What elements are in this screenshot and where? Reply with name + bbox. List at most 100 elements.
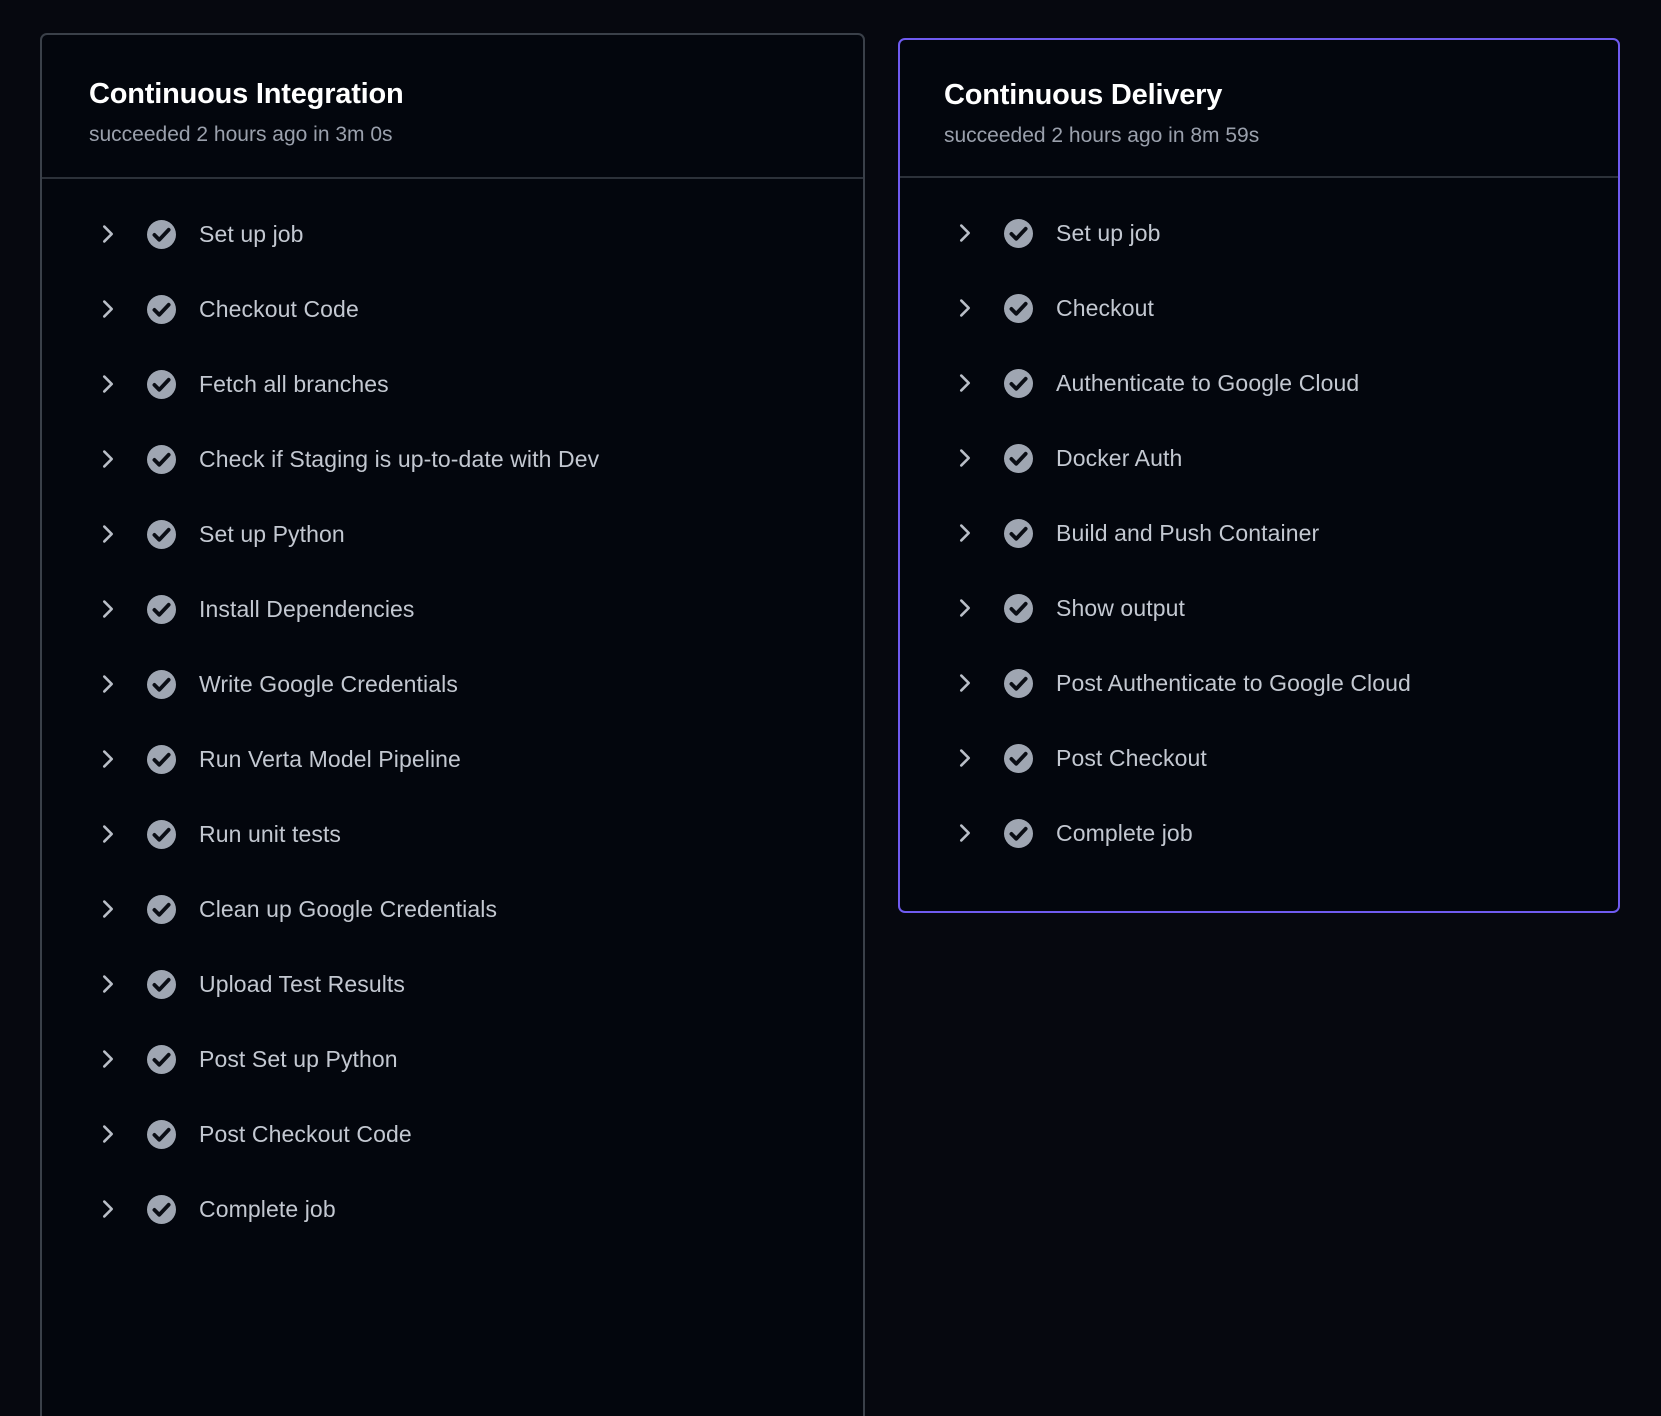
job-step-list: Set up job Checkout Authenticate to Google… xyxy=(900,178,1618,871)
chevron-right-icon[interactable] xyxy=(97,598,119,620)
chevron-right-icon[interactable] xyxy=(97,898,119,920)
step-label: Fetch all branches xyxy=(199,370,389,397)
chevron-right-icon[interactable] xyxy=(97,373,119,395)
check-circle-icon xyxy=(147,1044,176,1074)
chevron-right-icon[interactable] xyxy=(954,747,976,769)
check-circle-icon xyxy=(1004,668,1033,698)
step-row[interactable]: Fetch all branches xyxy=(42,347,863,422)
step-label: Checkout Code xyxy=(199,295,359,322)
chevron-right-icon[interactable] xyxy=(954,447,976,469)
chevron-right-icon[interactable] xyxy=(954,597,976,619)
chevron-right-icon[interactable] xyxy=(97,1198,119,1220)
step-row[interactable]: Check if Staging is up-to-date with Dev xyxy=(42,422,863,497)
step-label: Set up job xyxy=(199,220,304,247)
check-circle-icon xyxy=(147,969,176,999)
job-status-summary: succeeded 2 hours ago in 3m 0s xyxy=(89,122,393,146)
step-row[interactable]: Complete job xyxy=(42,1172,863,1247)
step-label: Docker Auth xyxy=(1056,444,1183,471)
chevron-right-icon[interactable] xyxy=(954,372,976,394)
step-row[interactable]: Upload Test Results xyxy=(42,947,863,1022)
chevron-right-icon[interactable] xyxy=(954,672,976,694)
check-circle-icon xyxy=(147,369,176,399)
step-label: Check if Staging is up-to-date with Dev xyxy=(199,445,600,472)
check-circle-icon xyxy=(1004,293,1033,323)
check-circle-icon xyxy=(1004,368,1033,398)
chevron-right-icon[interactable] xyxy=(97,448,119,470)
check-circle-icon xyxy=(147,294,176,324)
step-row[interactable]: Run unit tests xyxy=(42,797,863,872)
check-circle-icon xyxy=(147,819,176,849)
chevron-right-icon[interactable] xyxy=(954,522,976,544)
step-row[interactable]: Docker Auth xyxy=(900,421,1618,496)
step-row[interactable]: Set up Python xyxy=(42,497,863,572)
job-step-list: Set up job Checkout Code Fetch all branche… xyxy=(42,179,863,1247)
check-circle-icon xyxy=(1004,518,1033,548)
step-row[interactable]: Set up job xyxy=(42,197,863,272)
step-row[interactable]: Checkout xyxy=(900,271,1618,346)
job-status-summary: succeeded 2 hours ago in 8m 59s xyxy=(944,123,1260,147)
step-label: Post Checkout Code xyxy=(199,1120,412,1147)
chevron-right-icon[interactable] xyxy=(954,222,976,244)
chevron-right-icon[interactable] xyxy=(97,1048,119,1070)
check-circle-icon xyxy=(147,744,176,774)
check-circle-icon xyxy=(1004,743,1033,773)
step-label: Post Set up Python xyxy=(199,1045,398,1072)
job-title: Continuous Delivery xyxy=(944,79,1223,111)
chevron-right-icon[interactable] xyxy=(97,973,119,995)
job-header: Continuous Integration succeeded 2 hours… xyxy=(42,35,863,179)
step-label: Clean up Google Credentials xyxy=(199,895,498,922)
job-panel-continuous-delivery[interactable]: Continuous Delivery succeeded 2 hours ag… xyxy=(898,38,1620,913)
step-row[interactable]: Checkout Code xyxy=(42,272,863,347)
step-row[interactable]: Build and Push Container xyxy=(900,496,1618,571)
check-circle-icon xyxy=(147,1194,176,1224)
check-circle-icon xyxy=(1004,593,1033,623)
step-label: Run Verta Model Pipeline xyxy=(199,745,461,772)
step-label: Set up Python xyxy=(199,520,345,547)
step-label: Checkout xyxy=(1056,294,1154,321)
check-circle-icon xyxy=(147,519,176,549)
step-label: Upload Test Results xyxy=(199,970,406,997)
step-label: Authenticate to Google Cloud xyxy=(1056,369,1360,396)
step-row[interactable]: Run Verta Model Pipeline xyxy=(42,722,863,797)
check-circle-icon xyxy=(147,594,176,624)
chevron-right-icon[interactable] xyxy=(97,298,119,320)
step-row[interactable]: Complete job xyxy=(900,796,1618,871)
step-label: Show output xyxy=(1056,594,1185,621)
chevron-right-icon[interactable] xyxy=(954,297,976,319)
step-label: Post Authenticate to Google Cloud xyxy=(1056,669,1411,696)
step-label: Run unit tests xyxy=(199,820,342,847)
check-circle-icon xyxy=(147,219,176,249)
chevron-right-icon[interactable] xyxy=(97,748,119,770)
step-label: Set up job xyxy=(1056,219,1161,246)
job-header: Continuous Delivery succeeded 2 hours ag… xyxy=(900,40,1618,178)
chevron-right-icon[interactable] xyxy=(97,673,119,695)
step-label: Build and Push Container xyxy=(1056,519,1320,546)
step-row[interactable]: Post Set up Python xyxy=(42,1022,863,1097)
step-row[interactable]: Install Dependencies xyxy=(42,572,863,647)
job-panel-continuous-integration[interactable]: Continuous Integration succeeded 2 hours… xyxy=(40,33,865,1416)
check-circle-icon xyxy=(147,444,176,474)
step-row[interactable]: Post Checkout Code xyxy=(42,1097,863,1172)
chevron-right-icon[interactable] xyxy=(97,223,119,245)
step-row[interactable]: Set up job xyxy=(900,196,1618,271)
step-row[interactable]: Clean up Google Credentials xyxy=(42,872,863,947)
step-label: Post Checkout xyxy=(1056,744,1207,771)
workflow-jobs-view: Continuous Integration succeeded 2 hours… xyxy=(0,0,1661,1416)
chevron-right-icon[interactable] xyxy=(97,523,119,545)
check-circle-icon xyxy=(147,669,176,699)
step-row[interactable]: Post Authenticate to Google Cloud xyxy=(900,646,1618,721)
check-circle-icon xyxy=(147,1119,176,1149)
check-circle-icon xyxy=(1004,818,1033,848)
chevron-right-icon[interactable] xyxy=(954,822,976,844)
check-circle-icon xyxy=(147,894,176,924)
chevron-right-icon[interactable] xyxy=(97,1123,119,1145)
step-label: Write Google Credentials xyxy=(199,670,458,697)
step-row[interactable]: Post Checkout xyxy=(900,721,1618,796)
step-row[interactable]: Show output xyxy=(900,571,1618,646)
step-row[interactable]: Write Google Credentials xyxy=(42,647,863,722)
chevron-right-icon[interactable] xyxy=(97,823,119,845)
check-circle-icon xyxy=(1004,218,1033,248)
check-circle-icon xyxy=(1004,443,1033,473)
step-row[interactable]: Authenticate to Google Cloud xyxy=(900,346,1618,421)
job-title: Continuous Integration xyxy=(89,78,404,110)
